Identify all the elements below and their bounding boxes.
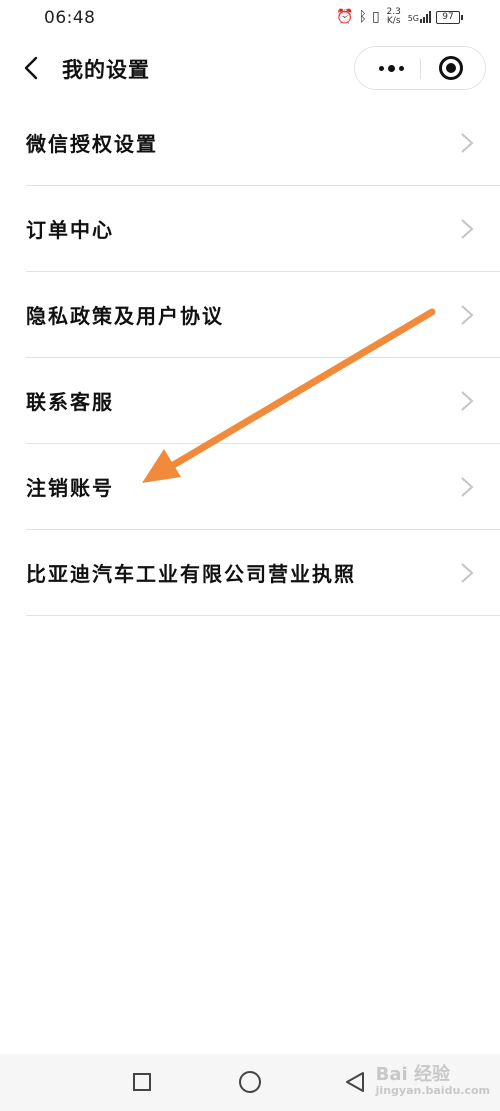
mini-program-capsule — [354, 46, 486, 90]
menu-item-order-center[interactable]: 订单中心 — [26, 186, 500, 272]
menu-item-label: 订单中心 — [26, 218, 114, 242]
settings-menu: 微信授权设置 订单中心 隐私政策及用户协议 联系客服 注销账号 比亚迪汽车工业有… — [26, 100, 500, 616]
chevron-right-icon — [461, 133, 474, 153]
menu-item-cancel-account[interactable]: 注销账号 — [26, 444, 500, 530]
menu-item-business-license[interactable]: 比亚迪汽车工业有限公司营业执照 — [26, 530, 500, 616]
chevron-right-icon — [461, 563, 474, 583]
vibrate-icon: ▯ — [371, 9, 380, 25]
watermark: Bai 经验 jingyan.baidu.com — [375, 1064, 490, 1097]
signal-icon: 5G — [408, 11, 431, 23]
more-dots-icon[interactable] — [363, 47, 419, 89]
menu-item-label: 比亚迪汽车工业有限公司营业执照 — [26, 562, 356, 586]
menu-item-wechat-auth[interactable]: 微信授权设置 — [26, 100, 500, 186]
chevron-right-icon — [461, 477, 474, 497]
menu-item-label: 注销账号 — [26, 476, 114, 500]
battery-icon: 97 — [436, 10, 463, 24]
net-speed: 2.3 K/s — [386, 7, 401, 26]
nav-bar: 我的设置 — [0, 44, 500, 92]
bluetooth-icon: ᛒ — [358, 9, 367, 25]
chevron-right-icon — [461, 391, 474, 411]
menu-item-privacy-policy[interactable]: 隐私政策及用户协议 — [26, 272, 500, 358]
capsule-divider — [420, 59, 421, 79]
alarm-icon: ⏰ — [336, 9, 354, 25]
recent-apps-icon[interactable] — [133, 1073, 151, 1091]
menu-item-customer-service[interactable]: 联系客服 — [26, 358, 500, 444]
chevron-right-icon — [461, 219, 474, 239]
chevron-right-icon — [461, 305, 474, 325]
menu-item-label: 微信授权设置 — [26, 132, 158, 156]
home-icon[interactable] — [239, 1071, 261, 1093]
status-bar: 06:48 ⏰ ᛒ ▯ 2.3 K/s 5G 97 — [0, 0, 500, 36]
status-icons: ⏰ ᛒ ▯ 2.3 K/s 5G 97 — [336, 6, 463, 28]
menu-item-label: 隐私政策及用户协议 — [26, 304, 224, 328]
chevron-left-icon[interactable] — [20, 56, 44, 80]
status-time: 06:48 — [44, 8, 96, 28]
target-circle-icon[interactable] — [439, 56, 463, 80]
menu-item-label: 联系客服 — [26, 390, 114, 414]
system-nav-bar: Bai 经验 jingyan.baidu.com — [0, 1054, 500, 1111]
back-triangle-icon[interactable] — [343, 1070, 367, 1094]
page-title: 我的设置 — [62, 58, 150, 82]
